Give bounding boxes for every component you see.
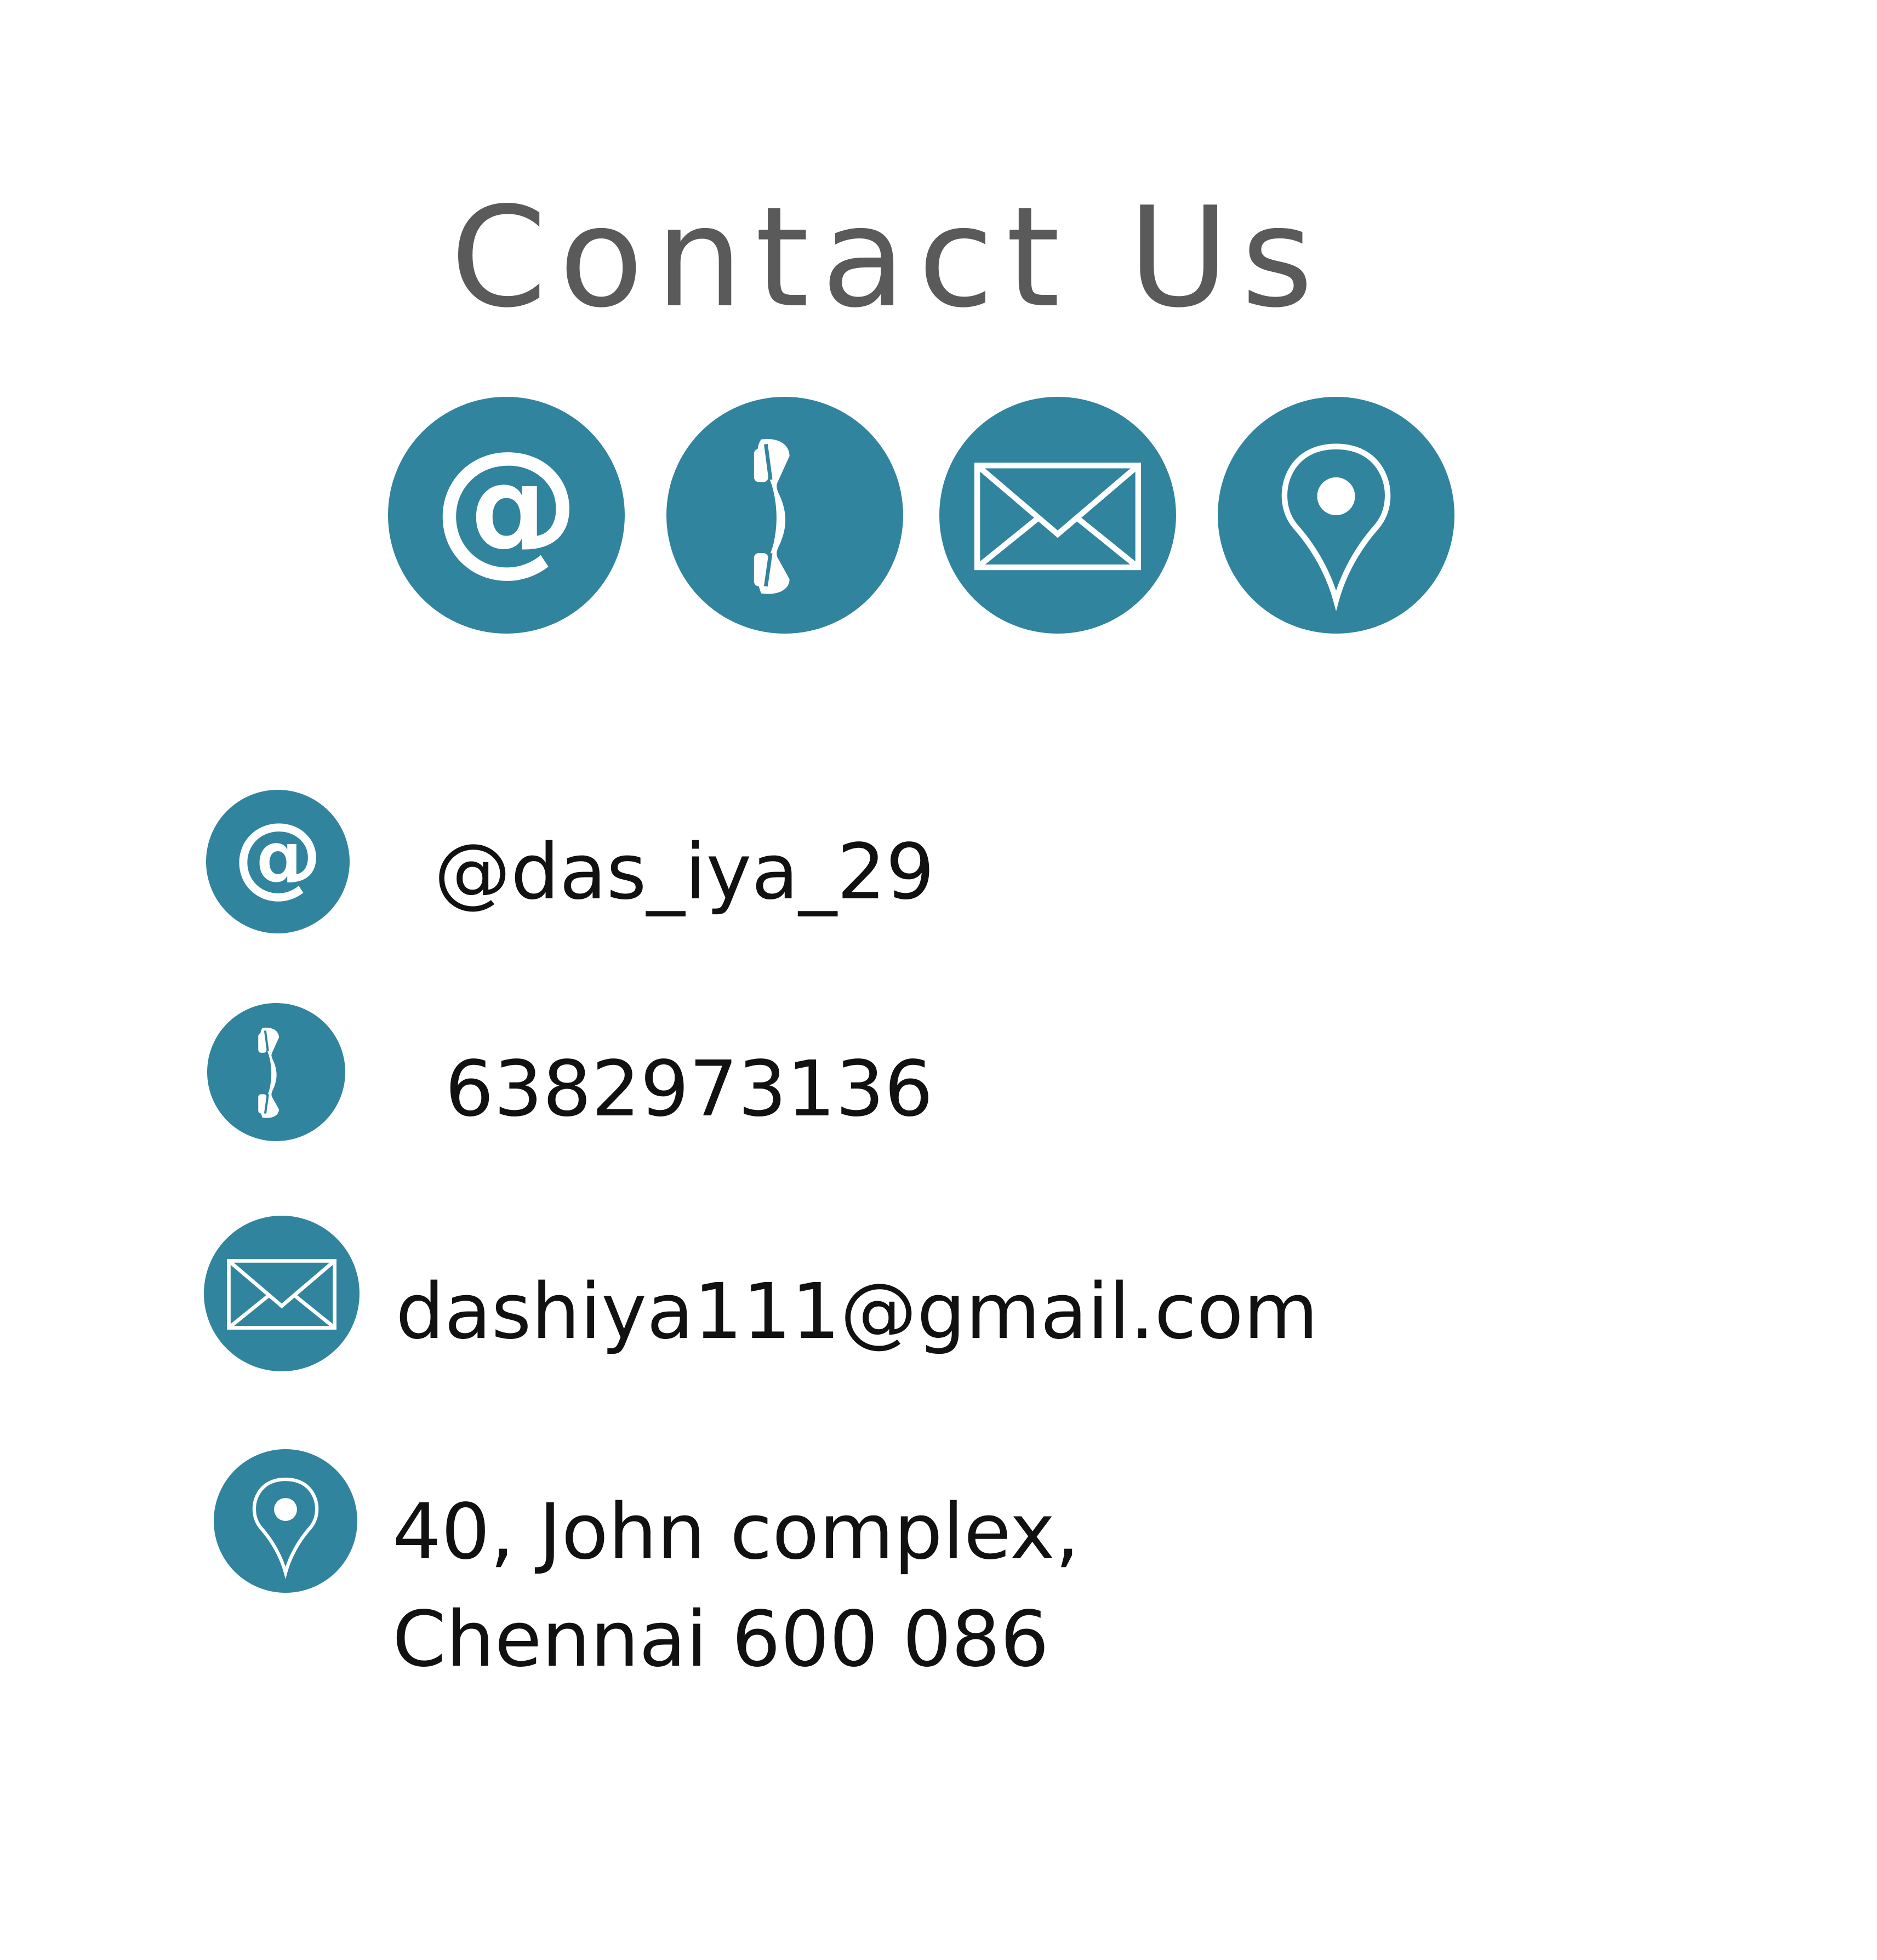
address-line-2: Chennai 600 086 [392, 1595, 1049, 1684]
phone-icon [666, 397, 903, 634]
address[interactable]: 40, John complex, Chennai 600 086 [392, 1479, 1080, 1694]
svg-text:@: @ [233, 804, 322, 908]
envelope-icon [939, 397, 1176, 634]
address-line-1: 40, John complex, [392, 1488, 1080, 1577]
location-pin-icon [1218, 397, 1454, 634]
phone-number[interactable]: 6382973136 [445, 1036, 933, 1143]
instagram-handle[interactable]: @das_iya_29 [434, 819, 934, 926]
location-pin-icon [214, 1449, 357, 1593]
svg-text:@: @ [433, 419, 580, 590]
phone-icon [207, 1003, 345, 1141]
at-sign-icon: @ [206, 790, 350, 933]
email-address[interactable]: dashiya111@gmail.com [396, 1258, 1318, 1366]
at-sign-icon: @ [388, 397, 625, 634]
envelope-icon [204, 1216, 360, 1371]
page-title: Contact Us [450, 178, 1326, 338]
